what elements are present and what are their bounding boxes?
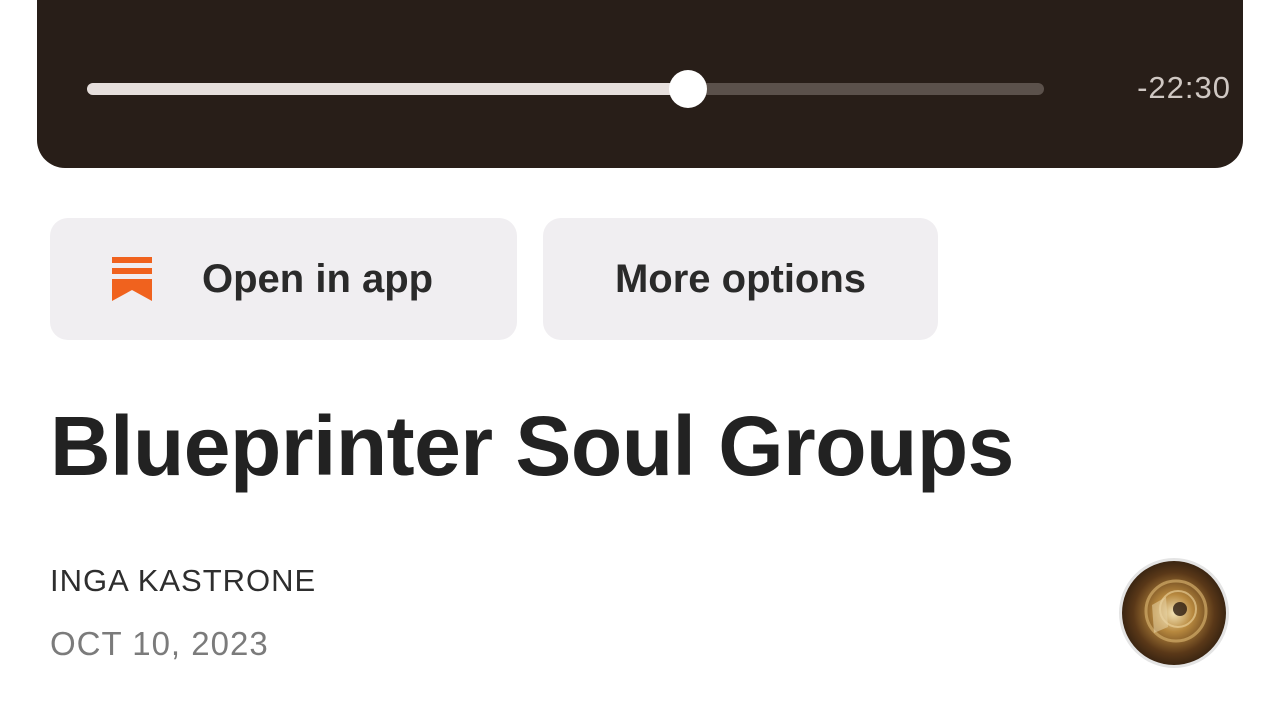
avatar-image [1122, 561, 1226, 665]
post-title: Blueprinter Soul Groups [50, 399, 1014, 493]
author-name[interactable]: INGA KASTRONE [50, 563, 316, 599]
progress-fill [87, 83, 688, 95]
post-date: OCT 10, 2023 [50, 625, 269, 662]
more-options-button[interactable]: More options [543, 218, 938, 340]
time-remaining: -22:30 [1137, 70, 1231, 105]
more-options-label: More options [614, 256, 867, 301]
author-avatar[interactable] [1119, 558, 1229, 668]
open-in-app-label: Open in app [202, 256, 434, 301]
audio-player: -22:30 [37, 0, 1243, 168]
bookmark-icon [112, 257, 152, 301]
open-in-app-button[interactable]: Open in app [50, 218, 517, 340]
progress-slider[interactable] [87, 70, 1044, 108]
progress-thumb[interactable] [668, 70, 707, 108]
